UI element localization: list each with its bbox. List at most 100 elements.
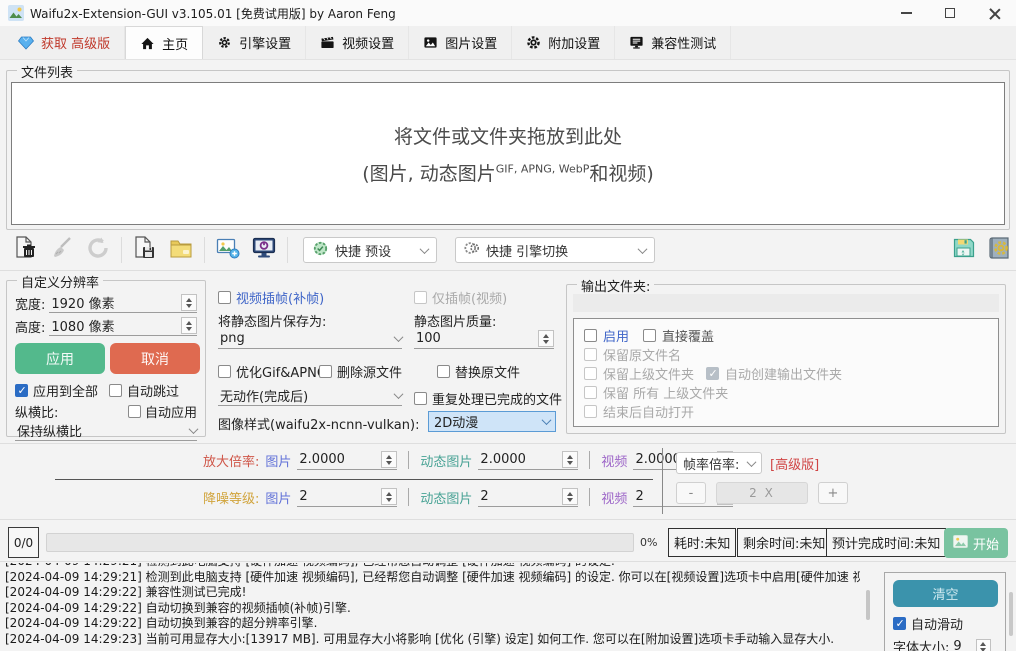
tab-image-settings[interactable]: 图片设置	[409, 26, 512, 59]
close-button[interactable]	[972, 0, 1016, 26]
scale-gif-spinbox[interactable]: 2.0000	[478, 450, 578, 470]
save-file-list-button[interactable]	[129, 234, 161, 266]
framerate-plus-button[interactable]: +	[818, 482, 848, 504]
auto-open-checkbox[interactable]	[584, 405, 597, 418]
denoise-gif-spinbox[interactable]: 2	[478, 487, 578, 507]
minimize-button[interactable]	[884, 0, 928, 26]
clear-list-button[interactable]	[46, 234, 78, 266]
framerate-minus-button[interactable]: -	[676, 482, 706, 504]
settings-book-button[interactable]	[984, 234, 1016, 266]
clear-log-button[interactable]: 清空	[893, 580, 998, 607]
open-folder-button[interactable]	[165, 234, 197, 266]
gear-icon	[526, 35, 541, 50]
chevron-down-icon	[394, 332, 404, 342]
divider	[408, 451, 409, 469]
start-image-icon	[953, 535, 968, 552]
tab-get-premium[interactable]: 获取 高级版	[4, 26, 125, 59]
spinner-arrows-icon[interactable]	[181, 317, 197, 334]
auto-open-row: 结束后自动打开	[584, 402, 988, 421]
spinner-arrows-icon[interactable]	[562, 488, 578, 505]
aspect-mode-dropdown[interactable]: 保持纵横比	[15, 421, 197, 441]
only-interpolation-checkbox[interactable]	[414, 291, 427, 304]
scale-image-label: 图片	[265, 451, 291, 470]
framerate-stepper: - 2 X +	[676, 482, 848, 504]
fontsize-label: 字体大小:	[893, 637, 949, 651]
spinner-arrows-icon[interactable]	[562, 451, 578, 468]
toolbar-separator	[204, 237, 205, 263]
keep-all-parents-checkbox[interactable]	[584, 386, 597, 399]
auto-create-output-checkbox[interactable]	[706, 367, 719, 380]
folder-icon	[168, 235, 194, 265]
eta-time-box: 预计完成时间:未知	[826, 528, 946, 557]
spinner-arrows-icon[interactable]	[538, 330, 554, 347]
chevron-down-icon	[394, 389, 404, 399]
scale-image-spinbox[interactable]: 2.0000	[297, 450, 397, 470]
spinner-arrows-icon[interactable]	[381, 451, 397, 468]
video-interpolation-label: 视频插帧(补帧)	[236, 288, 324, 307]
auto-apply-checkbox[interactable]	[128, 405, 141, 418]
separator	[0, 270, 1016, 271]
tab-label: 视频设置	[342, 33, 394, 52]
file-drop-zone[interactable]: 将文件或文件夹拖放到此处 (图片, 动态图片GIF, APNG, WebP和视频…	[11, 82, 1005, 225]
spinner-arrows-icon[interactable]	[381, 488, 397, 505]
tab-engine-settings[interactable]: 引擎设置	[203, 26, 306, 59]
output-path-field[interactable]	[573, 294, 999, 312]
height-row: 高度: 1080 像素	[15, 316, 197, 336]
keep-parent-folder-checkbox[interactable]	[584, 367, 597, 380]
quality-label: 静态图片质量:	[414, 311, 496, 330]
video-interpolation-checkbox[interactable]	[218, 291, 231, 304]
denoise-image-spinbox[interactable]: 2	[297, 487, 397, 507]
apply-resolution-button[interactable]: 应用	[15, 343, 105, 374]
save-settings-button[interactable]	[948, 234, 980, 266]
remove-file-button[interactable]	[10, 234, 42, 266]
start-button[interactable]: 开始	[944, 528, 1008, 558]
log-output[interactable]: [2024-04-09 14:29:21] 检测到此电脑支持 [硬件加速 视频编…	[5, 563, 860, 651]
fontsize-value[interactable]: 9	[953, 639, 961, 651]
quick-engine-switch-dropdown[interactable]: 快捷 引擎切换	[455, 237, 655, 263]
overwrite-checkbox[interactable]	[643, 329, 656, 342]
framerate-multiplier-dropdown[interactable]: 帧率倍率:	[676, 452, 762, 474]
engine-gear-icon	[217, 35, 232, 50]
engine-switch-icon	[464, 240, 480, 260]
enable-output-checkbox[interactable]	[584, 329, 597, 342]
chevron-down-icon	[420, 244, 430, 254]
spinner-arrows-icon[interactable]	[976, 639, 991, 651]
preview-image-button[interactable]	[212, 234, 244, 266]
monitor-power-button[interactable]	[248, 234, 280, 266]
optimize-gif-checkbox[interactable]	[218, 365, 231, 378]
tab-additional-settings[interactable]: 附加设置	[512, 26, 615, 59]
image-style-dropdown[interactable]: 2D动漫	[428, 411, 556, 432]
output-folder-label: 输出文件夹:	[577, 276, 654, 295]
quick-preset-dropdown[interactable]: 快捷 预设	[303, 237, 437, 263]
waifu2x-window: Waifu2x-Extension-GUI v3.105.01 [免费试用版] …	[0, 0, 1016, 651]
keep-filename-checkbox[interactable]	[584, 348, 597, 361]
replace-original-checkbox[interactable]	[437, 365, 450, 378]
output-folder-group: 输出文件夹: 启用 直接覆盖 保留原文件名 保留上级文件夹 自动创建输出文件夹	[566, 284, 1006, 434]
denoise-video-label: 视频	[601, 488, 627, 507]
reprocess-finished-checkbox[interactable]	[414, 392, 427, 405]
tab-compatibility-test[interactable]: 兼容性测试	[615, 26, 731, 59]
only-interp-row: 仅插帧(视频)	[414, 288, 507, 307]
autoscroll-checkbox[interactable]	[893, 617, 906, 630]
auto-skip-checkbox[interactable]	[109, 384, 122, 397]
tab-video-settings[interactable]: 视频设置	[306, 26, 409, 59]
maximize-button[interactable]	[928, 0, 972, 26]
window-scrollbar[interactable]	[1009, 592, 1013, 636]
image-preview-icon	[215, 235, 241, 265]
save-as-dropdown[interactable]: png	[218, 329, 402, 349]
post-action-dropdown[interactable]: 无动作(完成后)	[218, 386, 402, 406]
tab-home[interactable]: 主页	[125, 26, 203, 59]
height-label: 高度:	[15, 317, 45, 336]
width-spinbox[interactable]: 1920 像素	[49, 293, 197, 313]
height-spinbox[interactable]: 1080 像素	[49, 316, 197, 336]
spinner-arrows-icon[interactable]	[181, 294, 197, 311]
log-scrollbar[interactable]	[866, 590, 870, 620]
cancel-resolution-button[interactable]: 取消	[110, 343, 200, 374]
delete-source-checkbox[interactable]	[319, 365, 332, 378]
divider	[408, 488, 409, 506]
diamond-icon	[18, 36, 34, 50]
keep-filename-label: 保留原文件名	[603, 345, 681, 364]
refresh-button[interactable]	[82, 234, 114, 266]
apply-to-all-checkbox[interactable]	[15, 384, 28, 397]
quality-spinbox[interactable]: 100	[414, 329, 554, 349]
